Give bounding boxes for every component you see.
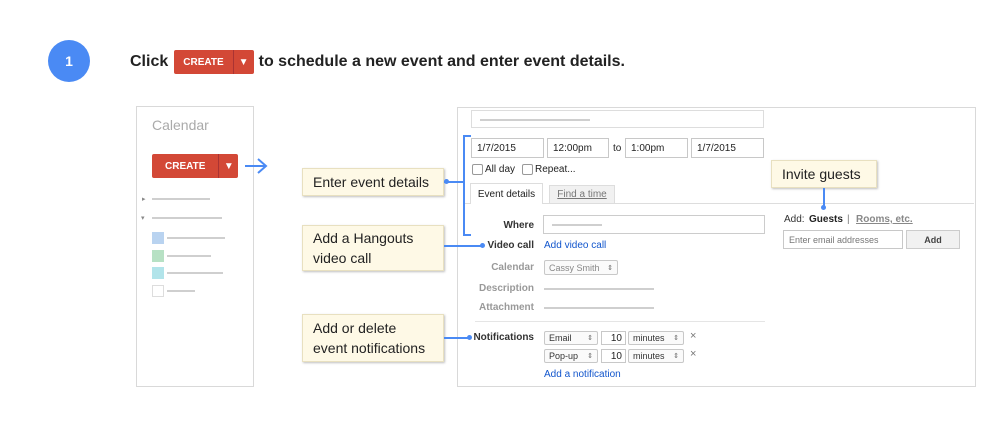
- add-video-call-link[interactable]: Add video call: [544, 240, 606, 251]
- arrow-right-icon: [245, 158, 268, 174]
- notifications-label: Notifications: [473, 332, 534, 343]
- start-time-input[interactable]: 12:00pm: [547, 138, 609, 158]
- tab-find-a-time[interactable]: Find a time: [549, 185, 615, 203]
- caret-right-icon[interactable]: ▸: [142, 195, 146, 203]
- rooms-tab[interactable]: Rooms, etc.: [856, 214, 913, 225]
- connector-line: [444, 245, 482, 247]
- calendar-select[interactable]: Cassy Smith ⇕: [544, 260, 618, 275]
- instruction-suffix: to schedule a new event and enter event …: [258, 53, 625, 70]
- callout-notifications: Add or delete event notifications: [302, 314, 444, 362]
- notification-unit-select[interactable]: minutes ⇕: [628, 349, 684, 363]
- connector-bracket: [463, 135, 471, 137]
- select-arrows-icon: ⇕: [673, 335, 679, 342]
- sidebar-title: Calendar: [152, 117, 209, 133]
- add-notification-link[interactable]: Add a notification: [544, 369, 621, 380]
- callout-hangouts: Add a Hangouts video call: [302, 225, 444, 271]
- notification-amount-input[interactable]: 10: [601, 349, 626, 363]
- sidebar-placeholder-line: [152, 198, 210, 200]
- chevron-down-icon: ▼: [232, 50, 254, 74]
- calendar-name-line: [167, 272, 223, 274]
- notification-unit-value: minutes: [633, 351, 665, 361]
- calendar-label: Calendar: [491, 262, 534, 273]
- guest-email-input[interactable]: Enter email addresses: [783, 230, 903, 249]
- sidebar-placeholder-line: [152, 217, 222, 219]
- tab-separator: |: [847, 214, 850, 225]
- title-placeholder-line: [480, 119, 590, 121]
- calendar-color-swatch[interactable]: [152, 250, 164, 262]
- attachment-placeholder-line: [544, 307, 654, 309]
- calendar-sidebar: [136, 106, 254, 387]
- start-date-input[interactable]: 1/7/2015: [471, 138, 544, 158]
- notification-type-value: Pop-up: [549, 351, 579, 361]
- connector-dot: [467, 335, 472, 340]
- remove-notification-icon[interactable]: ×: [690, 330, 696, 342]
- all-day-checkbox[interactable]: [472, 164, 483, 175]
- calendar-name-line: [167, 290, 195, 292]
- chevron-down-icon[interactable]: ▼: [218, 154, 239, 178]
- where-placeholder-line: [552, 224, 602, 226]
- inline-create-button: CREATE ▼: [174, 50, 254, 74]
- where-label: Where: [503, 220, 534, 231]
- notification-unit-value: minutes: [633, 333, 665, 343]
- inline-create-label: CREATE: [174, 50, 233, 74]
- select-arrows-icon: ⇕: [587, 353, 593, 360]
- notification-type-select[interactable]: Pop-up ⇕: [544, 349, 598, 363]
- create-button[interactable]: CREATE ▼: [152, 154, 239, 178]
- connector-bracket: [463, 234, 471, 236]
- callout-invite-guests: Invite guests: [771, 160, 877, 188]
- instruction-text: Click CREATE ▼ to schedule a new event a…: [130, 50, 625, 74]
- repeat-checkbox[interactable]: [522, 164, 533, 175]
- notification-unit-select[interactable]: minutes ⇕: [628, 331, 684, 345]
- select-arrows-icon: ⇕: [587, 335, 593, 342]
- instruction-prefix: Click: [130, 53, 169, 70]
- calendar-select-value: Cassy Smith: [549, 262, 600, 273]
- attachment-label: Attachment: [478, 302, 534, 313]
- select-arrows-icon: ⇕: [673, 353, 679, 360]
- tab-event-details[interactable]: Event details: [470, 183, 543, 204]
- repeat-label: Repeat...: [535, 164, 576, 175]
- description-label: Description: [478, 283, 534, 294]
- calendar-color-swatch[interactable]: [152, 285, 164, 297]
- connector-bracket: [463, 135, 465, 235]
- calendar-color-swatch[interactable]: [152, 232, 164, 244]
- calendar-color-swatch[interactable]: [152, 267, 164, 279]
- create-button-label: CREATE: [152, 154, 219, 178]
- add-guest-button[interactable]: Add: [906, 230, 960, 249]
- end-date-input[interactable]: 1/7/2015: [691, 138, 764, 158]
- calendar-name-line: [167, 237, 225, 239]
- remove-notification-icon[interactable]: ×: [690, 348, 696, 360]
- notification-type-value: Email: [549, 333, 572, 343]
- all-day-label: All day: [485, 164, 516, 175]
- guests-tab[interactable]: Guests: [809, 214, 843, 225]
- description-placeholder-line: [544, 288, 654, 290]
- notification-type-select[interactable]: Email ⇕: [544, 331, 598, 345]
- calendar-name-line: [167, 255, 211, 257]
- connector-dot: [821, 205, 826, 210]
- notification-amount-input[interactable]: 10: [601, 331, 626, 345]
- step-number-badge: 1: [48, 40, 90, 82]
- section-divider: [475, 321, 765, 322]
- connector-dot: [480, 243, 485, 248]
- select-arrows-icon: ⇕: [607, 264, 613, 272]
- end-time-input[interactable]: 1:00pm: [625, 138, 688, 158]
- callout-event-details: Enter event details: [302, 168, 444, 196]
- connector-dot: [444, 179, 449, 184]
- to-label: to: [613, 143, 622, 154]
- add-label: Add:: [784, 214, 805, 225]
- caret-down-icon[interactable]: ▾: [141, 214, 145, 222]
